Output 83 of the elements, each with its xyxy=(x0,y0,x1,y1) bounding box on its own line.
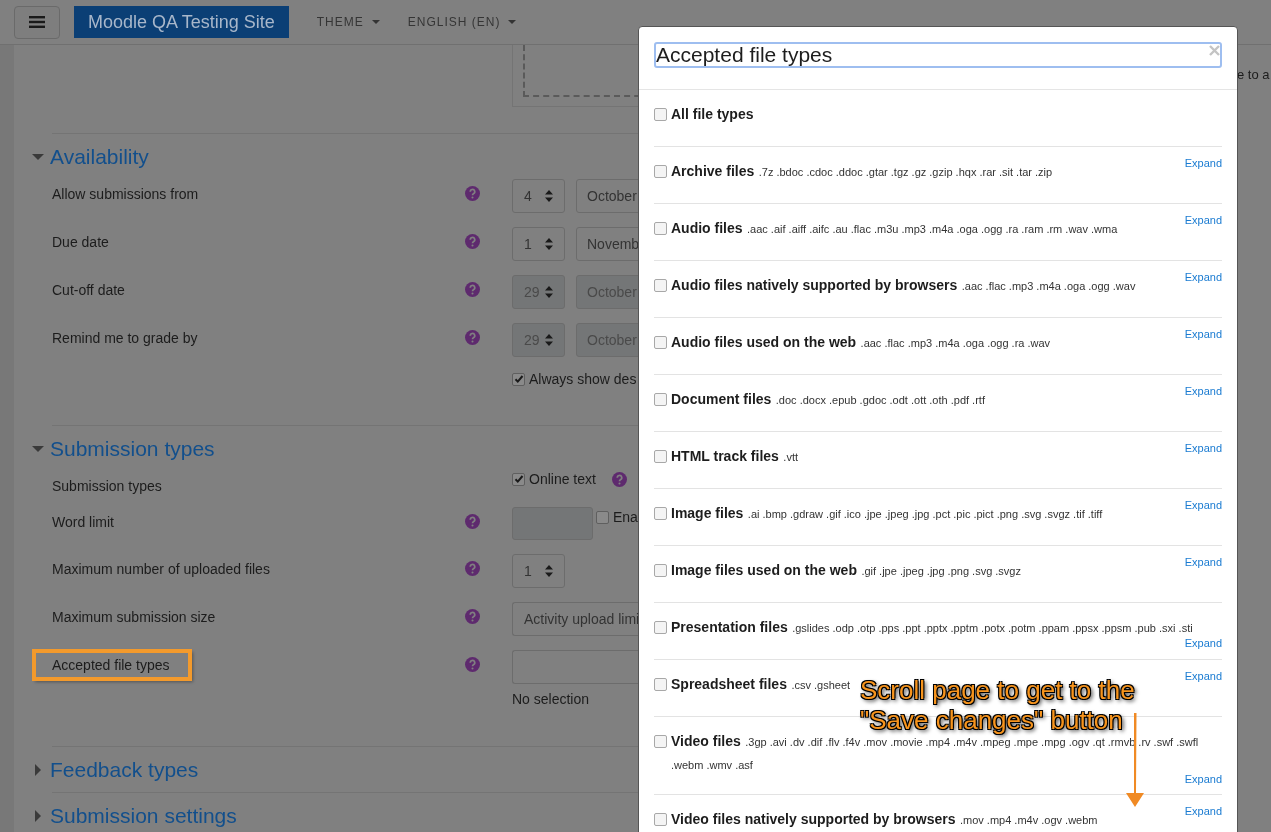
spinner-arrows-icon xyxy=(545,286,553,298)
checkbox[interactable] xyxy=(654,678,667,691)
checkbox[interactable] xyxy=(654,450,667,463)
checkbox[interactable] xyxy=(654,393,667,406)
nav-dropdown[interactable]: ENGLISH (EN) xyxy=(393,15,531,29)
section-heading[interactable]: Availability xyxy=(50,144,149,169)
file-type-label: Archive files .7z .bdoc .cdoc .ddoc .gtar .tgz .gz .gzip .hqx .rar .sit .tar .zip xyxy=(671,162,1053,181)
file-type-label: Spreadsheet files .csv .gsheet xyxy=(671,675,851,694)
help-icon[interactable] xyxy=(465,186,480,201)
checkbox[interactable] xyxy=(654,621,667,634)
expand-link[interactable]: Expand xyxy=(1184,270,1222,284)
spinner-arrows-icon xyxy=(545,334,553,346)
expand-link[interactable]: Expand xyxy=(1184,636,1222,650)
expand-link[interactable]: Expand xyxy=(1184,555,1222,569)
checkbox-label: Online text xyxy=(529,471,596,487)
field-label: Cut-off date xyxy=(52,282,125,298)
checkbox[interactable] xyxy=(654,507,667,520)
annotation-text: Scroll page to get to the xyxy=(860,675,1135,705)
caret-icon[interactable] xyxy=(32,809,44,822)
checkbox[interactable] xyxy=(654,222,667,235)
day-select[interactable]: 1 xyxy=(512,227,565,261)
dialog-title: Accepted file types xyxy=(654,42,1222,68)
menu-icon xyxy=(29,15,45,29)
site-name[interactable]: Moodle QA Testing Site xyxy=(74,6,289,38)
nav-dropdown[interactable]: THEME xyxy=(302,15,394,29)
spinner-arrows-icon xyxy=(545,190,553,202)
help-icon[interactable] xyxy=(465,561,480,576)
expand-link[interactable]: Expand xyxy=(1184,213,1222,227)
field-label: Maximum number of uploaded files xyxy=(52,561,270,577)
file-type-label: Presentation files .gslides .odp .otp .pps .ppt .pptx .pptm .potx .potm .ppam .ppsx .ppsm .pub .sxi .sti xyxy=(671,618,1193,637)
file-type-label: Document files .doc .docx .epub .gdoc .odt .ott .oth .pdf .rtf xyxy=(671,390,985,409)
checkbox[interactable] xyxy=(654,813,667,826)
spinner-arrows-icon xyxy=(545,238,553,250)
caret-icon xyxy=(371,20,380,24)
field-label: Allow submissions from xyxy=(52,186,199,202)
expand-link[interactable]: Expand xyxy=(1184,772,1222,786)
file-type-label: Image files .ai .bmp .gdraw .gif .ico .jpe .jpeg .jpg .pct .pic .pict .png .svg .svgz .tif .tiff xyxy=(671,504,1103,523)
checkbox[interactable] xyxy=(654,735,667,748)
drop-zone-text: e to a xyxy=(1237,67,1270,82)
help-icon[interactable] xyxy=(465,282,480,297)
day-select[interactable]: 4 xyxy=(512,179,565,213)
help-icon[interactable] xyxy=(465,234,480,249)
help-icon[interactable] xyxy=(465,609,480,624)
checkbox[interactable] xyxy=(654,279,667,292)
file-type-label: All file types xyxy=(671,105,754,124)
expand-link[interactable]: Expand xyxy=(1184,327,1222,341)
expand-link[interactable]: Expand xyxy=(1184,804,1222,818)
checkbox[interactable] xyxy=(654,165,667,178)
checkbox[interactable] xyxy=(654,108,667,121)
caret-icon xyxy=(508,20,517,24)
caret-icon[interactable] xyxy=(32,763,44,776)
expand-link[interactable]: Expand xyxy=(1184,441,1222,455)
field-label: Due date xyxy=(52,234,109,250)
expand-link[interactable]: Expand xyxy=(1184,669,1222,683)
field-label: Word limit xyxy=(52,514,114,530)
help-icon[interactable] xyxy=(465,657,480,672)
spinner-arrows-icon xyxy=(545,565,553,577)
selection-note: No selection xyxy=(512,691,591,707)
help-icon[interactable] xyxy=(465,514,480,529)
field-label: Submission types xyxy=(52,478,162,494)
section-heading[interactable]: Feedback types xyxy=(50,757,199,782)
help-icon[interactable] xyxy=(611,471,627,487)
expand-link[interactable]: Expand xyxy=(1184,156,1222,170)
expand-link[interactable]: Expand xyxy=(1184,498,1222,512)
menu-button[interactable] xyxy=(14,5,60,39)
checkbox[interactable] xyxy=(512,372,525,386)
file-type-label: HTML track files .vtt xyxy=(671,447,798,466)
checkbox[interactable] xyxy=(654,336,667,349)
file-type-label: Video files natively supported by browsers .mov .mp4 .m4v .ogv .webm xyxy=(671,810,1098,829)
checkbox-label: Ena xyxy=(613,509,638,525)
field-label: Remind me to grade by xyxy=(52,330,198,346)
section-heading[interactable]: Submission settings xyxy=(50,803,237,828)
close-icon[interactable] xyxy=(1209,45,1220,56)
number-select[interactable]: 1 xyxy=(512,554,565,588)
field-label: Maximum submission size xyxy=(52,609,216,625)
checkbox[interactable] xyxy=(654,564,667,577)
help-icon[interactable] xyxy=(465,330,480,345)
annotation-text: "Save changes" button xyxy=(860,705,1124,735)
section-heading[interactable]: Submission types xyxy=(50,436,215,461)
checkbox-label: Always show des xyxy=(529,371,637,387)
checkbox[interactable] xyxy=(512,472,525,486)
expand-link[interactable]: Expand xyxy=(1184,384,1222,398)
file-type-label: Image files used on the web .gif .jpe .jpeg .jpg .png .svg .svgz xyxy=(671,561,1021,580)
